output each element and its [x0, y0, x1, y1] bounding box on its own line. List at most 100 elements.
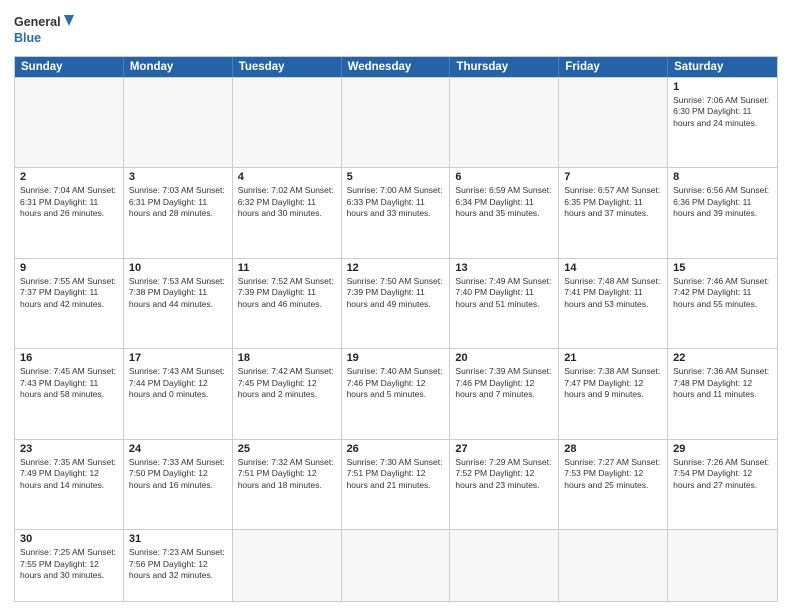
calendar-day-5: 5 Sunrise: 7:00 AM Sunset: 6:33 PM Daylig… — [342, 168, 451, 257]
calendar-day-22: 22 Sunrise: 7:36 AM Sunset: 7:48 PM Dayli… — [668, 349, 777, 438]
day-number: 16 — [20, 352, 118, 364]
calendar-day-15: 15Sunrise: 7:46 AM Sunset: 7:42 PM Dayli… — [668, 259, 777, 348]
day-info: Sunrise: 7:03 AM Sunset: 6:31 PM Dayligh… — [129, 185, 227, 219]
calendar-day-28: 28 Sunrise: 7:27 AM Sunset: 7:53 PM Dayli… — [559, 440, 668, 529]
day-header-monday: Monday — [124, 57, 233, 77]
day-info: Sunrise: 7:40 AM Sunset: 7:46 PM Dayligh… — [347, 366, 445, 400]
day-info: Sunrise: 7:38 AM Sunset: 7:47 PM Dayligh… — [564, 366, 662, 400]
calendar-week-3: 9Sunrise: 7:55 AM Sunset: 7:37 PM Daylig… — [15, 258, 777, 348]
day-info: Sunrise: 7:55 AM Sunset: 7:37 PM Dayligh… — [20, 276, 118, 310]
calendar-day-empty — [15, 78, 124, 167]
calendar-day-14: 14 Sunrise: 7:48 AM Sunset: 7:41 PM Dayli… — [559, 259, 668, 348]
calendar-day-13: 13 Sunrise: 7:49 AM Sunset: 7:40 PM Dayli… — [450, 259, 559, 348]
calendar-day-24: 24Sunrise: 7:33 AM Sunset: 7:50 PM Dayli… — [124, 440, 233, 529]
day-number: 30 — [20, 533, 118, 545]
day-info: Sunrise: 7:49 AM Sunset: 7:40 PM Dayligh… — [455, 276, 553, 310]
calendar-day-8: 8 Sunrise: 6:56 AM Sunset: 6:36 PM Daylig… — [668, 168, 777, 257]
day-info: Sunrise: 7:35 AM Sunset: 7:49 PM Dayligh… — [20, 457, 118, 491]
calendar-day-26: 26 Sunrise: 7:30 AM Sunset: 7:51 PM Dayli… — [342, 440, 451, 529]
day-number: 28 — [564, 443, 662, 455]
day-info: Sunrise: 7:27 AM Sunset: 7:53 PM Dayligh… — [564, 457, 662, 491]
calendar-day-empty — [668, 530, 777, 601]
day-number: 3 — [129, 171, 227, 183]
calendar-day-16: 16 Sunrise: 7:45 AM Sunset: 7:43 PM Dayli… — [15, 349, 124, 438]
calendar: SundayMondayTuesdayWednesdayThursdayFrid… — [14, 56, 778, 602]
day-info: Sunrise: 7:53 AM Sunset: 7:38 PM Dayligh… — [129, 276, 227, 310]
calendar-day-1: 1Sunrise: 7:06 AM Sunset: 6:30 PM Daylig… — [668, 78, 777, 167]
day-number: 23 — [20, 443, 118, 455]
calendar-day-7: 7Sunrise: 6:57 AM Sunset: 6:35 PM Daylig… — [559, 168, 668, 257]
day-info: Sunrise: 7:30 AM Sunset: 7:51 PM Dayligh… — [347, 457, 445, 491]
day-number: 7 — [564, 171, 662, 183]
calendar-day-empty — [559, 78, 668, 167]
calendar-day-12: 12Sunrise: 7:50 AM Sunset: 7:39 PM Dayli… — [342, 259, 451, 348]
day-number: 22 — [673, 352, 772, 364]
day-number: 11 — [238, 262, 336, 274]
calendar-week-6: 30 Sunrise: 7:25 AM Sunset: 7:55 PM Dayli… — [15, 529, 777, 601]
calendar-day-27: 27Sunrise: 7:29 AM Sunset: 7:52 PM Dayli… — [450, 440, 559, 529]
calendar-day-29: 29Sunrise: 7:26 AM Sunset: 7:54 PM Dayli… — [668, 440, 777, 529]
calendar-day-10: 10 Sunrise: 7:53 AM Sunset: 7:38 PM Dayli… — [124, 259, 233, 348]
day-number: 5 — [347, 171, 445, 183]
svg-text:General: General — [14, 15, 61, 29]
day-number: 6 — [455, 171, 553, 183]
calendar-day-empty — [233, 530, 342, 601]
day-number: 1 — [673, 81, 772, 93]
day-info: Sunrise: 7:00 AM Sunset: 6:33 PM Dayligh… — [347, 185, 445, 219]
calendar-day-11: 11 Sunrise: 7:52 AM Sunset: 7:39 PM Dayli… — [233, 259, 342, 348]
calendar-day-3: 3 Sunrise: 7:03 AM Sunset: 6:31 PM Daylig… — [124, 168, 233, 257]
calendar-day-empty — [559, 530, 668, 601]
day-info: Sunrise: 7:33 AM Sunset: 7:50 PM Dayligh… — [129, 457, 227, 491]
day-info: Sunrise: 7:04 AM Sunset: 6:31 PM Dayligh… — [20, 185, 118, 219]
calendar-day-4: 4Sunrise: 7:02 AM Sunset: 6:32 PM Daylig… — [233, 168, 342, 257]
logo: General Blue — [14, 10, 74, 50]
calendar-day-25: 25 Sunrise: 7:32 AM Sunset: 7:51 PM Dayli… — [233, 440, 342, 529]
day-info: Sunrise: 7:29 AM Sunset: 7:52 PM Dayligh… — [455, 457, 553, 491]
calendar-day-empty — [124, 78, 233, 167]
calendar-day-23: 23 Sunrise: 7:35 AM Sunset: 7:49 PM Dayli… — [15, 440, 124, 529]
svg-text:Blue: Blue — [14, 31, 41, 45]
day-info: Sunrise: 7:46 AM Sunset: 7:42 PM Dayligh… — [673, 276, 772, 310]
day-info: Sunrise: 7:23 AM Sunset: 7:56 PM Dayligh… — [129, 547, 227, 581]
day-info: Sunrise: 7:48 AM Sunset: 7:41 PM Dayligh… — [564, 276, 662, 310]
calendar-day-2: 2Sunrise: 7:04 AM Sunset: 6:31 PM Daylig… — [15, 168, 124, 257]
day-info: Sunrise: 6:59 AM Sunset: 6:34 PM Dayligh… — [455, 185, 553, 219]
day-number: 31 — [129, 533, 227, 545]
day-number: 13 — [455, 262, 553, 274]
calendar-week-4: 16 Sunrise: 7:45 AM Sunset: 7:43 PM Dayli… — [15, 348, 777, 438]
calendar-day-empty — [450, 530, 559, 601]
day-header-tuesday: Tuesday — [233, 57, 342, 77]
day-number: 14 — [564, 262, 662, 274]
day-info: Sunrise: 7:25 AM Sunset: 7:55 PM Dayligh… — [20, 547, 118, 581]
calendar-day-empty — [450, 78, 559, 167]
day-number: 29 — [673, 443, 772, 455]
calendar-day-empty — [233, 78, 342, 167]
day-info: Sunrise: 7:52 AM Sunset: 7:39 PM Dayligh… — [238, 276, 336, 310]
day-number: 18 — [238, 352, 336, 364]
day-number: 25 — [238, 443, 336, 455]
day-number: 17 — [129, 352, 227, 364]
calendar-week-2: 2Sunrise: 7:04 AM Sunset: 6:31 PM Daylig… — [15, 167, 777, 257]
day-info: Sunrise: 7:36 AM Sunset: 7:48 PM Dayligh… — [673, 366, 772, 400]
calendar-day-9: 9Sunrise: 7:55 AM Sunset: 7:37 PM Daylig… — [15, 259, 124, 348]
day-number: 20 — [455, 352, 553, 364]
day-number: 26 — [347, 443, 445, 455]
day-header-friday: Friday — [559, 57, 668, 77]
generalblue-logo-icon: General Blue — [14, 10, 74, 50]
calendar-day-18: 18 Sunrise: 7:42 AM Sunset: 7:45 PM Dayli… — [233, 349, 342, 438]
day-info: Sunrise: 7:02 AM Sunset: 6:32 PM Dayligh… — [238, 185, 336, 219]
day-header-wednesday: Wednesday — [342, 57, 451, 77]
day-number: 8 — [673, 171, 772, 183]
day-header-thursday: Thursday — [450, 57, 559, 77]
day-info: Sunrise: 7:32 AM Sunset: 7:51 PM Dayligh… — [238, 457, 336, 491]
day-info: Sunrise: 6:56 AM Sunset: 6:36 PM Dayligh… — [673, 185, 772, 219]
day-info: Sunrise: 7:45 AM Sunset: 7:43 PM Dayligh… — [20, 366, 118, 400]
calendar-week-5: 23 Sunrise: 7:35 AM Sunset: 7:49 PM Dayli… — [15, 439, 777, 529]
page: General Blue SundayMondayTuesdayWednesda… — [0, 0, 792, 612]
day-info: Sunrise: 7:43 AM Sunset: 7:44 PM Dayligh… — [129, 366, 227, 400]
day-number: 12 — [347, 262, 445, 274]
calendar-day-empty — [342, 530, 451, 601]
calendar-week-1: 1Sunrise: 7:06 AM Sunset: 6:30 PM Daylig… — [15, 77, 777, 167]
day-info: Sunrise: 7:42 AM Sunset: 7:45 PM Dayligh… — [238, 366, 336, 400]
day-number: 10 — [129, 262, 227, 274]
